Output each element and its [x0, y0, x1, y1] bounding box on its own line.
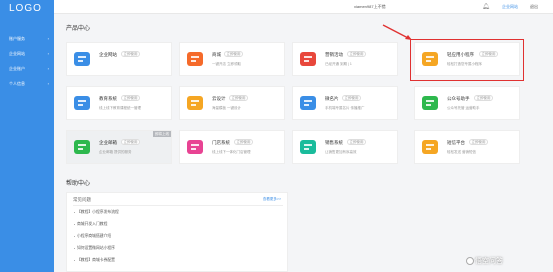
product-description: 公众号托管 运营助手 [447, 106, 480, 110]
help-heading: 帮助中心 [66, 181, 91, 187]
chevron-right-icon: › [47, 66, 49, 71]
product-description: 线上线下教育课程统一管理 [99, 106, 141, 110]
chevron-right-icon: › [47, 81, 49, 86]
faq-heading: 常见问题 [73, 197, 91, 202]
product-card[interactable]: 微名片 立即使用手机端专属名片 传播推广 [292, 86, 398, 120]
products-heading: 产品中心 [66, 26, 91, 32]
product-description: 海量模板 一键设计 [212, 106, 241, 110]
shop-bag-icon [187, 52, 203, 66]
logout-link[interactable]: 退出 [530, 4, 538, 10]
product-description: 手机端专属名片 传播推广 [325, 106, 365, 110]
website-icon [74, 52, 90, 66]
sidebar-item-label: 账户服务 [9, 36, 25, 41]
sms-icon [422, 140, 438, 154]
sidebar-item-label: 企业账户 [9, 66, 25, 71]
use-now-tag[interactable]: 立即使用 [121, 139, 140, 145]
use-now-tag[interactable]: 立即使用 [234, 139, 253, 145]
website-link[interactable]: 企业网站 [502, 4, 518, 10]
mail-icon [74, 140, 90, 154]
use-now-tag[interactable]: 立即使用 [469, 139, 488, 145]
highlight-box [410, 39, 524, 81]
divider [73, 205, 283, 206]
product-name: 企业邮箱 [99, 140, 117, 145]
product-card[interactable]: 教育系统 立即使用线上线下教育课程统一管理 [66, 86, 172, 120]
sidebar-item-label: 个人信息 [9, 81, 25, 86]
user-name[interactable]: xiamen987上不错 [354, 4, 386, 10]
faq-item[interactable]: 【教程】小程序发布流程 [74, 210, 119, 215]
faq-item[interactable]: 如何设置微网站小程序 [74, 246, 115, 251]
product-description: 线上线下一体化门店管理 [212, 150, 251, 154]
product-card[interactable]: 云设计 立即使用海量模板 一键设计 [179, 86, 285, 120]
product-name: 商城 [212, 52, 221, 57]
product-name: 销售系统 [325, 140, 343, 145]
faq-item[interactable]: 商城开发入门教程 [73, 222, 107, 227]
faq-item[interactable]: 小程序商城搭建介绍 [73, 234, 111, 239]
card-icon [300, 96, 316, 110]
watermark-logo [466, 257, 474, 265]
use-now-tag[interactable]: 立即使用 [224, 51, 243, 57]
product-description: 一键开店 立即领取 [212, 62, 241, 66]
product-name: 云设计 [212, 96, 226, 101]
use-now-tag[interactable]: 立即使用 [121, 95, 140, 101]
sidebar-item-website[interactable]: 企业网站 › [0, 48, 54, 60]
product-name: 短信平台 [447, 140, 465, 145]
sidebar-item-label: 企业网站 [9, 51, 25, 56]
product-name: 公众号助手 [447, 96, 470, 101]
use-now-tag[interactable]: 立即使用 [121, 51, 140, 57]
logo: LOGO [9, 3, 42, 14]
bell-icon[interactable]: 🔔︎ [482, 3, 490, 10]
product-card[interactable]: 企业邮箱 立即使用企业邮箱 提供的服务 即将上线 [66, 130, 172, 164]
view-more-link[interactable]: 查看更多>> [263, 197, 281, 202]
chevron-right-icon: › [47, 51, 49, 56]
product-card[interactable]: 营销活动 立即使用已经开通 到期 | 1 [292, 42, 398, 76]
product-description: 让销售更加有序高效 [325, 150, 357, 154]
product-card[interactable]: 企业网站 立即使用 [66, 42, 172, 76]
sidebar: LOGO 账户服务 › 企业网站 › 企业账户 › 个人信息 › [0, 0, 54, 272]
product-name: 微名片 [325, 96, 339, 101]
sidebar-item-personal-info[interactable]: 个人信息 › [0, 78, 54, 90]
product-name: 营销活动 [325, 52, 343, 57]
watermark: 悟空问答 [475, 258, 503, 265]
book-icon [74, 96, 90, 110]
sidebar-item-enterprise-account[interactable]: 企业账户 › [0, 63, 54, 75]
help-panel: 常见问题 查看更多>> 【教程】小程序发布流程 商城开发入门教程 小程序商城搭建… [66, 192, 288, 272]
product-name: 企业网站 [99, 52, 117, 57]
product-card[interactable]: 销售系统 立即使用让销售更加有序高效 [292, 130, 398, 164]
product-name: 门店系统 [212, 140, 230, 145]
store-icon [187, 140, 203, 154]
product-card[interactable]: 门店系统 立即使用线上线下一体化门店管理 [179, 130, 285, 164]
use-now-tag[interactable]: 立即使用 [474, 95, 493, 101]
faq-item[interactable]: 【教程】商城卡券配置 [74, 258, 115, 263]
gift-icon [300, 52, 316, 66]
topbar [54, 0, 553, 14]
product-description: 已经开通 到期 | 1 [325, 62, 352, 66]
product-card[interactable]: 公众号助手 立即使用公众号托管 运营助手 [414, 86, 520, 120]
product-card[interactable]: 短信平台 立即使用轻松发送 营销短信 [414, 130, 520, 164]
sales-person-icon [300, 140, 316, 154]
use-now-tag[interactable]: 立即使用 [342, 95, 361, 101]
use-now-tag[interactable]: 立即使用 [347, 139, 366, 145]
use-now-tag[interactable]: 立即使用 [229, 95, 248, 101]
product-name: 教育系统 [99, 96, 117, 101]
use-now-tag[interactable]: 立即使用 [347, 51, 366, 57]
product-description: 轻松发送 营销短信 [447, 150, 476, 154]
product-description: 企业邮箱 提供的服务 [99, 150, 132, 154]
chevron-right-icon: › [47, 36, 49, 41]
cloud-design-icon [187, 96, 203, 110]
sidebar-item-account-service[interactable]: 账户服务 › [0, 33, 54, 45]
coming-soon-badge: 即将上线 [153, 131, 171, 137]
wechat-icon [422, 96, 438, 110]
product-card[interactable]: 商城 立即使用一键开店 立即领取 [179, 42, 285, 76]
